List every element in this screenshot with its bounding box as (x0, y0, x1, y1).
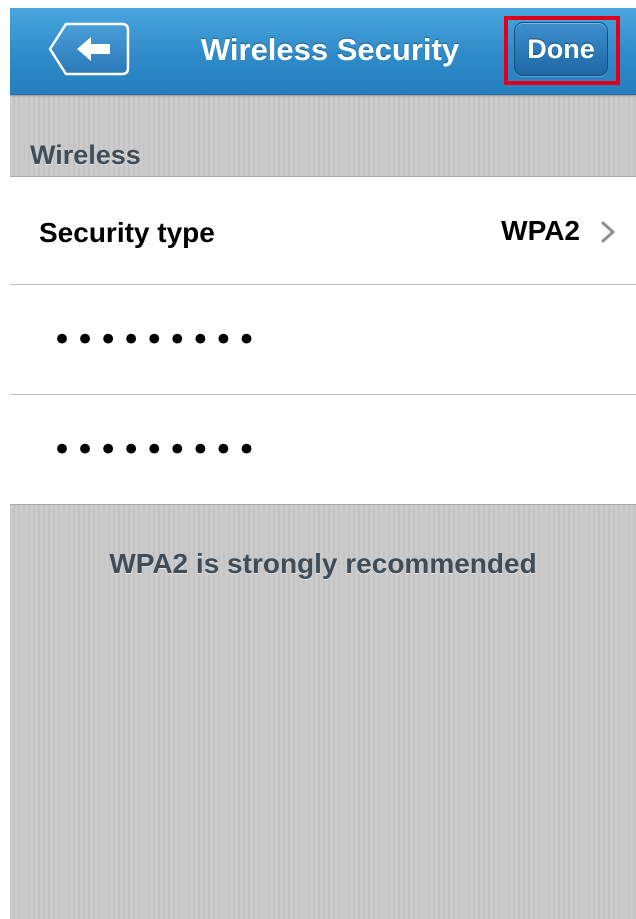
wireless-security-screen: Wireless Security Done Wireless Security… (10, 8, 636, 919)
security-type-row[interactable]: Security type WPA2 (10, 176, 636, 285)
security-type-label: Security type (39, 217, 215, 248)
password-input[interactable] (52, 315, 592, 365)
section-header: Wireless (30, 140, 141, 170)
password-row (10, 285, 636, 395)
recommendation-note: WPA2 is strongly recommended (109, 548, 537, 579)
page-title: Wireless Security (200, 32, 460, 67)
confirm-password-row (10, 395, 636, 505)
security-type-value: WPA2 (501, 215, 580, 246)
confirm-password-input[interactable] (52, 425, 592, 475)
arrow-left-icon (48, 22, 130, 76)
done-button[interactable]: Done (514, 22, 608, 76)
back-button[interactable] (48, 22, 130, 76)
navigation-bar: Wireless Security Done (10, 8, 636, 95)
chevron-right-icon (601, 221, 615, 243)
